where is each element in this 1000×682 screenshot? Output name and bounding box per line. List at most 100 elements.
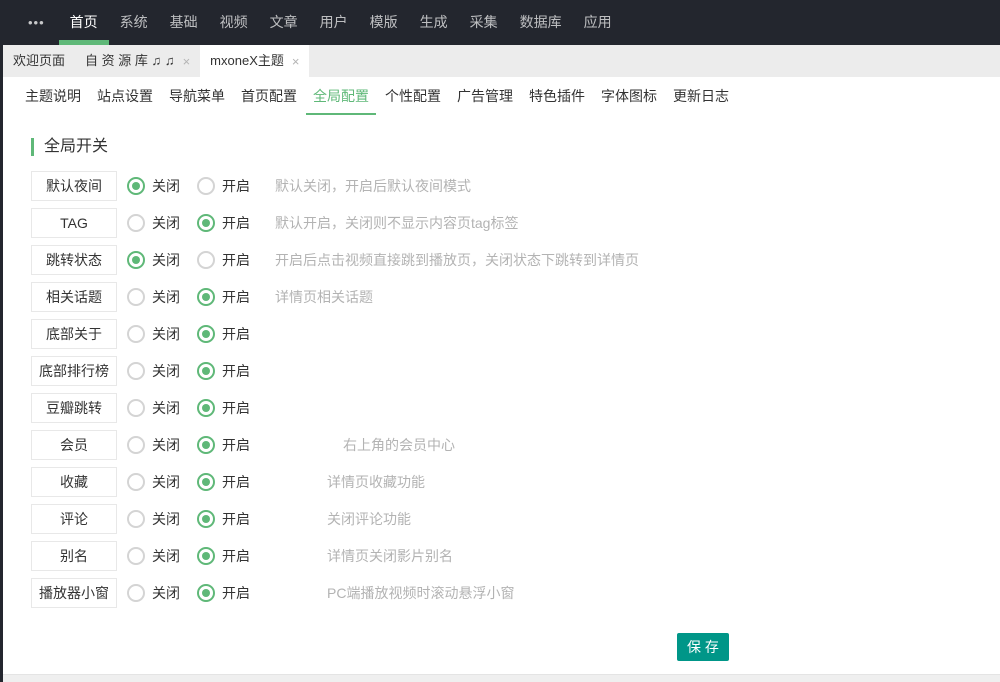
radio-icon: [197, 251, 215, 269]
radio-icon: [127, 177, 145, 195]
topnav-item-3[interactable]: 视频: [209, 0, 259, 45]
setting-description: 右上角的会员中心: [343, 435, 455, 455]
subtab-label: 首页配置: [241, 88, 297, 104]
topnav-item-4[interactable]: 文章: [259, 0, 309, 45]
subtab-3[interactable]: 首页配置: [234, 77, 304, 115]
topnav-item-5[interactable]: 用户: [309, 0, 359, 45]
theme-config-tabs: 主题说明 站点设置 导航菜单 首页配置 全局配置 个性配置 广告管理 特色插件 …: [0, 77, 1000, 115]
radio-on[interactable]: 开启: [197, 361, 267, 381]
setting-label: 底部排行榜: [31, 356, 117, 386]
topnav-item-0[interactable]: 首页: [59, 0, 109, 45]
setting-row: 默认夜间 关闭 开启 默认关闭，开启后默认夜间模式: [31, 171, 1000, 201]
subtab-7[interactable]: 特色插件: [522, 77, 592, 115]
subtab-label: 广告管理: [457, 88, 513, 104]
radio-icon: [197, 325, 215, 343]
topnav-item-1[interactable]: 系统: [109, 0, 159, 45]
tabbar-tabs: 欢迎页面 自 资 源 库 ♫ ♫ × mxoneX主题 ×: [3, 45, 309, 77]
radio-icon: [197, 510, 215, 528]
radio-on[interactable]: 开启: [197, 472, 267, 492]
setting-label: 评论: [31, 504, 117, 534]
radio-off[interactable]: 关闭: [127, 287, 197, 307]
topnav-item-7[interactable]: 生成: [409, 0, 459, 45]
radio-off[interactable]: 关闭: [127, 509, 197, 529]
save-row: 保 存: [677, 633, 1000, 661]
setting-label: TAG: [31, 208, 117, 238]
subtab-9[interactable]: 更新日志: [666, 77, 736, 115]
radio-icon: [197, 436, 215, 454]
radio-on[interactable]: 开启: [197, 287, 267, 307]
topnav-item-10[interactable]: 应用: [573, 0, 623, 45]
subtab-8[interactable]: 字体图标: [594, 77, 664, 115]
window-tab-0[interactable]: 欢迎页面: [3, 45, 75, 77]
radio-icon: [127, 510, 145, 528]
radio-icon: [127, 325, 145, 343]
radio-off[interactable]: 关闭: [127, 324, 197, 344]
radio-on[interactable]: 开启: [197, 176, 267, 196]
subtab-6[interactable]: 广告管理: [450, 77, 520, 115]
topnav-item-8[interactable]: 采集: [459, 0, 509, 45]
setting-label: 别名: [31, 541, 117, 571]
subtab-label: 更新日志: [673, 88, 729, 104]
close-icon[interactable]: ×: [292, 55, 300, 68]
radio-off[interactable]: 关闭: [127, 472, 197, 492]
setting-description: 详情页收藏功能: [327, 472, 425, 492]
radio-off[interactable]: 关闭: [127, 546, 197, 566]
topnav-item-6[interactable]: 模版: [359, 0, 409, 45]
radio-icon: [197, 399, 215, 417]
radio-icon: [127, 362, 145, 380]
setting-label: 豆瓣跳转: [31, 393, 117, 423]
radio-on[interactable]: 开启: [197, 398, 267, 418]
setting-row: 收藏 关闭 开启 详情页收藏功能: [31, 467, 1000, 497]
topnav-item-2[interactable]: 基础: [159, 0, 209, 45]
radio-off[interactable]: 关闭: [127, 361, 197, 381]
setting-row: 底部关于 关闭 开启: [31, 319, 1000, 349]
radio-on[interactable]: 开启: [197, 509, 267, 529]
subtab-0[interactable]: 主题说明: [18, 77, 88, 115]
subtab-label: 全局配置: [313, 88, 369, 104]
radio-on[interactable]: 开启: [197, 435, 267, 455]
bottom-scrollbar-track: [0, 674, 1000, 682]
subtab-label: 主题说明: [25, 88, 81, 104]
radio-icon: [197, 584, 215, 602]
subtab-5[interactable]: 个性配置: [378, 77, 448, 115]
top-navbar: ••• 首页 系统 基础 视频 文章 用户 模版 生成 采集 数据库 应用: [0, 0, 1000, 45]
save-button[interactable]: 保 存: [677, 633, 729, 661]
radio-icon: [127, 473, 145, 491]
radio-off[interactable]: 关闭: [127, 583, 197, 603]
setting-description: 关闭评论功能: [327, 509, 411, 529]
active-tab-indicator: [59, 40, 109, 45]
radio-icon: [127, 399, 145, 417]
radio-on[interactable]: 开启: [197, 213, 267, 233]
setting-label: 跳转状态: [31, 245, 117, 275]
subtab-4[interactable]: 全局配置: [306, 77, 376, 115]
radio-off[interactable]: 关闭: [127, 250, 197, 270]
setting-row: 别名 关闭 开启 详情页关闭影片别名: [31, 541, 1000, 571]
radio-on[interactable]: 开启: [197, 250, 267, 270]
tab-label: 欢迎页面: [13, 45, 65, 77]
radio-off[interactable]: 关闭: [127, 398, 197, 418]
radio-icon: [127, 214, 145, 232]
radio-off[interactable]: 关闭: [127, 435, 197, 455]
setting-description: 默认关闭，开启后默认夜间模式: [275, 176, 471, 196]
radio-off[interactable]: 关闭: [127, 213, 197, 233]
setting-description: 默认开启，关闭则不显示内容页tag标签: [275, 213, 518, 233]
setting-label: 播放器小窗: [31, 578, 117, 608]
subtab-label: 导航菜单: [169, 88, 225, 104]
radio-on[interactable]: 开启: [197, 546, 267, 566]
radio-off[interactable]: 关闭: [127, 176, 197, 196]
more-menu-icon[interactable]: •••: [14, 0, 59, 45]
subtab-1[interactable]: 站点设置: [90, 77, 160, 115]
subtab-label: 站点设置: [97, 88, 153, 104]
radio-icon: [127, 584, 145, 602]
close-icon[interactable]: ×: [183, 55, 191, 68]
tab-label: mxoneX主题: [210, 45, 284, 77]
window-tab-2[interactable]: mxoneX主题 ×: [200, 45, 309, 77]
window-tab-1[interactable]: 自 资 源 库 ♫ ♫ ×: [75, 45, 200, 77]
radio-on[interactable]: 开启: [197, 583, 267, 603]
subtab-2[interactable]: 导航菜单: [162, 77, 232, 115]
settings-panel: 全局开关 默认夜间 关闭 开启 默认关闭，开启后默认夜间模式 TAG 关闭 开启…: [0, 138, 1000, 661]
setting-row: 评论 关闭 开启 关闭评论功能: [31, 504, 1000, 534]
topnav-item-9[interactable]: 数据库: [509, 0, 573, 45]
setting-label: 相关话题: [31, 282, 117, 312]
radio-on[interactable]: 开启: [197, 324, 267, 344]
